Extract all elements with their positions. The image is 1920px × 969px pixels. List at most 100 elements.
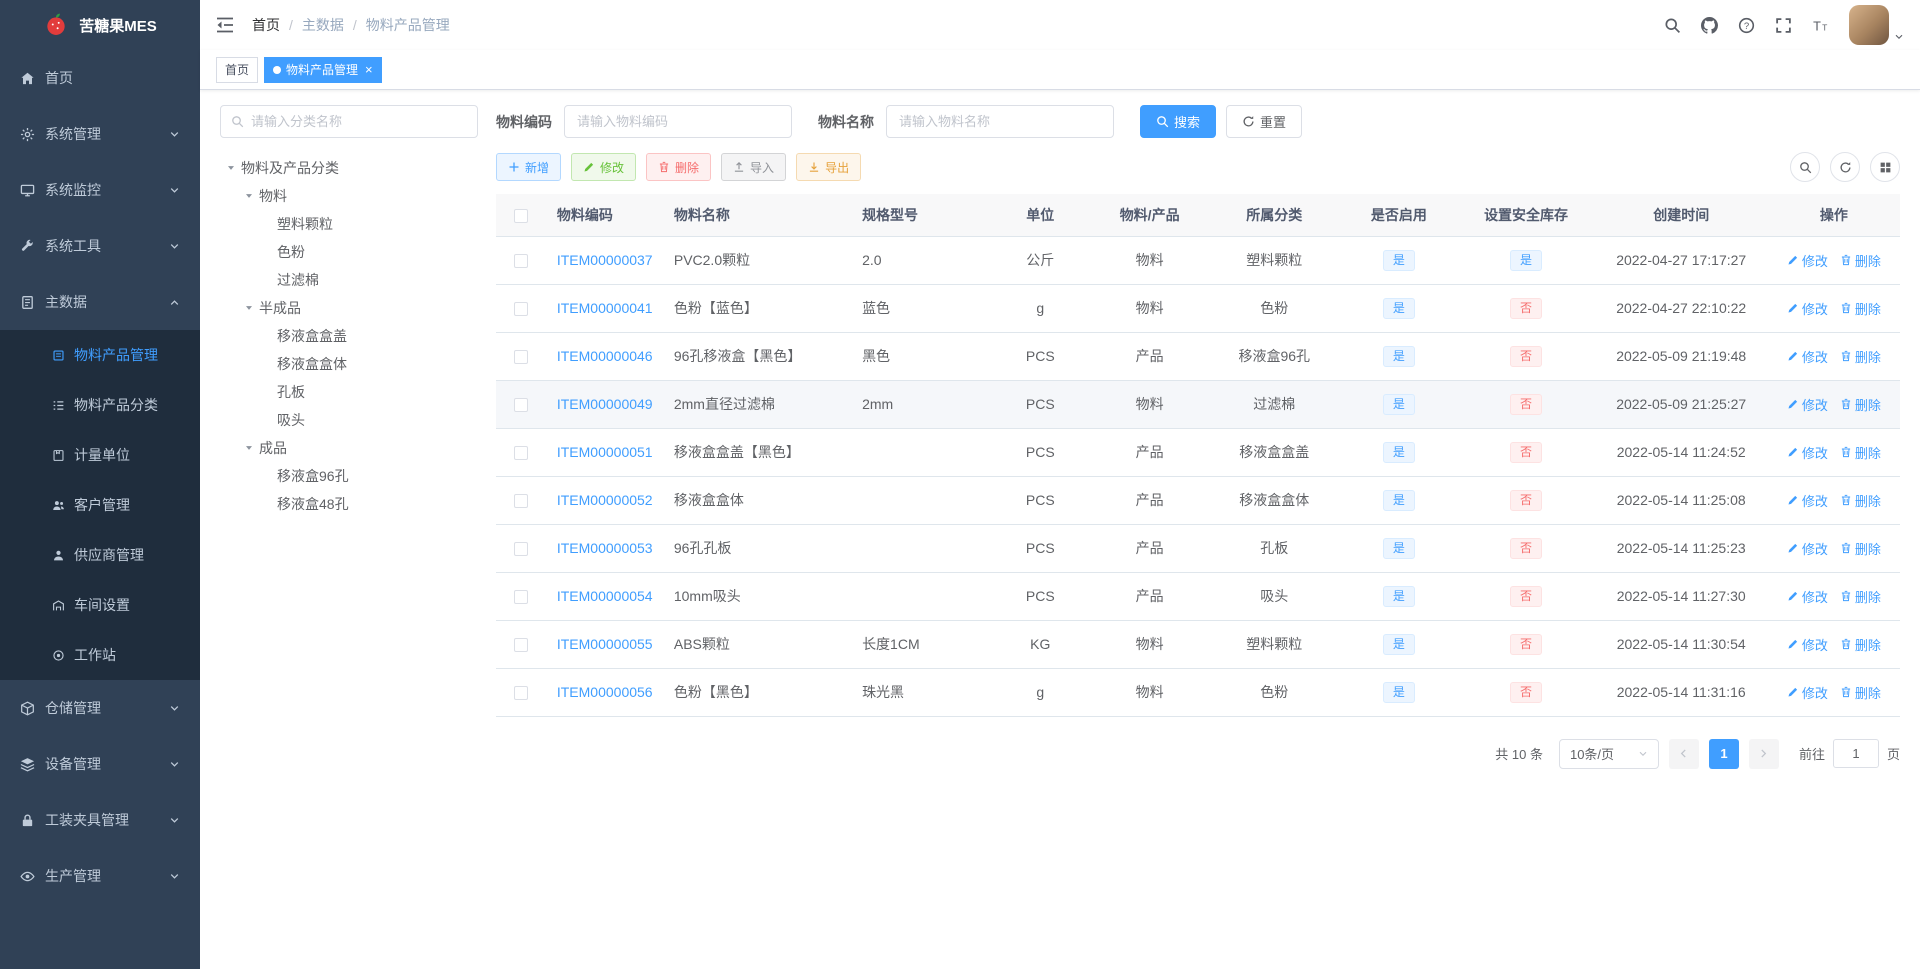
hamburger-icon[interactable] [216,17,234,33]
reset-button[interactable]: 重置 [1226,105,1303,138]
item-code-link[interactable]: ITEM00000054 [557,588,653,604]
column-toggle-button[interactable] [1870,152,1900,182]
sidebar-item-3[interactable]: 系统工具 [0,218,200,274]
next-page-button[interactable] [1748,738,1779,769]
add-button[interactable]: 新增 [496,153,562,181]
row-checkbox[interactable] [514,254,529,269]
app-logo[interactable]: 苦糖果MES [0,0,200,50]
row-edit-link[interactable]: 修改 [1787,683,1828,702]
breadcrumb-home[interactable]: 首页 [252,15,280,35]
item-code-link[interactable]: ITEM00000037 [557,252,653,268]
row-checkbox[interactable] [514,590,529,605]
tree-node[interactable]: 过滤棉 [220,266,478,294]
item-code-link[interactable]: ITEM00000052 [557,492,653,508]
tree-node[interactable]: 移液盒96孔 [220,462,478,490]
sidebar-item-5[interactable]: 仓储管理 [0,680,200,736]
tree-node[interactable]: 移液盒盒体 [220,350,478,378]
row-checkbox[interactable] [514,398,529,413]
row-delete-link[interactable]: 删除 [1840,539,1881,558]
tree-node[interactable]: 成品 [220,434,478,462]
row-edit-link[interactable]: 修改 [1787,299,1828,318]
sidebar-item-6[interactable]: 设备管理 [0,736,200,792]
row-checkbox[interactable] [514,494,529,509]
fullscreen-icon[interactable] [1775,17,1792,34]
row-edit-link[interactable]: 修改 [1787,251,1828,270]
search-button[interactable]: 搜索 [1140,105,1217,138]
toggle-search-button[interactable] [1790,152,1820,182]
item-code-link[interactable]: ITEM00000049 [557,396,653,412]
sidebar-item-0[interactable]: 首页 [0,50,200,106]
row-checkbox[interactable] [514,542,529,557]
tab-home[interactable]: 首页 [216,56,259,83]
page-size-select[interactable]: 10条/页 [1558,738,1659,769]
row-checkbox[interactable] [514,638,529,653]
tree-node[interactable]: 塑料颗粒 [220,210,478,238]
row-delete-link[interactable]: 删除 [1840,443,1881,462]
material-name-input[interactable] [886,105,1114,138]
tree-node[interactable]: 半成品 [220,294,478,322]
tree-node[interactable]: 孔板 [220,378,478,406]
row-delete-link[interactable]: 删除 [1840,683,1881,702]
question-icon[interactable]: ? [1738,17,1755,34]
tree-node[interactable]: 色粉 [220,238,478,266]
row-delete-link[interactable]: 删除 [1840,395,1881,414]
user-menu[interactable] [1849,5,1904,45]
tree-node[interactable]: 移液盒盒盖 [220,322,478,350]
sidebar-subitem-4-6[interactable]: 工作站 [0,630,200,680]
sidebar-item-2[interactable]: 系统监控 [0,162,200,218]
tree-node[interactable]: 移液盒48孔 [220,490,478,518]
row-delete-link[interactable]: 删除 [1840,491,1881,510]
row-edit-link[interactable]: 修改 [1787,491,1828,510]
prev-page-button[interactable] [1668,738,1699,769]
search-icon[interactable] [1664,17,1681,34]
sidebar-item-1[interactable]: 系统管理 [0,106,200,162]
item-code-link[interactable]: ITEM00000056 [557,684,653,700]
sidebar-subitem-4-2[interactable]: 计量单位 [0,430,200,480]
row-checkbox[interactable] [514,350,529,365]
sidebar-item-8[interactable]: 生产管理 [0,848,200,904]
sidebar-subitem-4-0[interactable]: 物料产品管理 [0,330,200,380]
tab-material-product-manage[interactable]: 物料产品管理 × [264,56,382,83]
sidebar-subitem-4-5[interactable]: 车间设置 [0,580,200,630]
delete-button[interactable]: 删除 [646,153,712,181]
row-edit-link[interactable]: 修改 [1787,539,1828,558]
item-code-link[interactable]: ITEM00000051 [557,444,653,460]
row-delete-link[interactable]: 删除 [1840,251,1881,270]
row-checkbox[interactable] [514,446,529,461]
row-edit-link[interactable]: 修改 [1787,347,1828,366]
goto-page-input[interactable] [1832,739,1879,768]
item-code-link[interactable]: ITEM00000053 [557,540,653,556]
row-delete-link[interactable]: 删除 [1840,299,1881,318]
close-icon[interactable]: × [365,63,373,76]
row-edit-link[interactable]: 修改 [1787,587,1828,606]
sidebar-subitem-4-4[interactable]: 供应商管理 [0,530,200,580]
sidebar-item-4[interactable]: 主数据 [0,274,200,330]
row-delete-link[interactable]: 删除 [1840,347,1881,366]
item-code-link[interactable]: ITEM00000055 [557,636,653,652]
row-edit-link[interactable]: 修改 [1787,635,1828,654]
refresh-button[interactable] [1830,152,1860,182]
row-checkbox[interactable] [514,302,529,317]
item-code-link[interactable]: ITEM00000046 [557,348,653,364]
item-code-link[interactable]: ITEM00000041 [557,300,653,316]
sidebar-item-7[interactable]: 工装夹具管理 [0,792,200,848]
tree-node[interactable]: 物料及产品分类 [220,154,478,182]
export-button[interactable]: 导出 [796,153,862,181]
row-checkbox[interactable] [514,686,529,701]
material-code-input[interactable] [564,105,792,138]
category-search-input[interactable] [251,114,467,129]
edit-button[interactable]: 修改 [571,153,637,181]
tree-node[interactable]: 吸头 [220,406,478,434]
row-delete-link[interactable]: 删除 [1840,635,1881,654]
import-button[interactable]: 导入 [721,153,787,181]
sidebar-subitem-4-3[interactable]: 客户管理 [0,480,200,530]
row-edit-link[interactable]: 修改 [1787,395,1828,414]
row-edit-link[interactable]: 修改 [1787,443,1828,462]
row-delete-link[interactable]: 删除 [1840,587,1881,606]
page-number-1[interactable]: 1 [1708,738,1739,769]
sidebar-subitem-4-1[interactable]: 物料产品分类 [0,380,200,430]
font-size-icon[interactable]: TT [1812,17,1829,34]
select-all-checkbox[interactable] [514,208,529,223]
tree-node[interactable]: 物料 [220,182,478,210]
github-icon[interactable] [1701,16,1718,34]
